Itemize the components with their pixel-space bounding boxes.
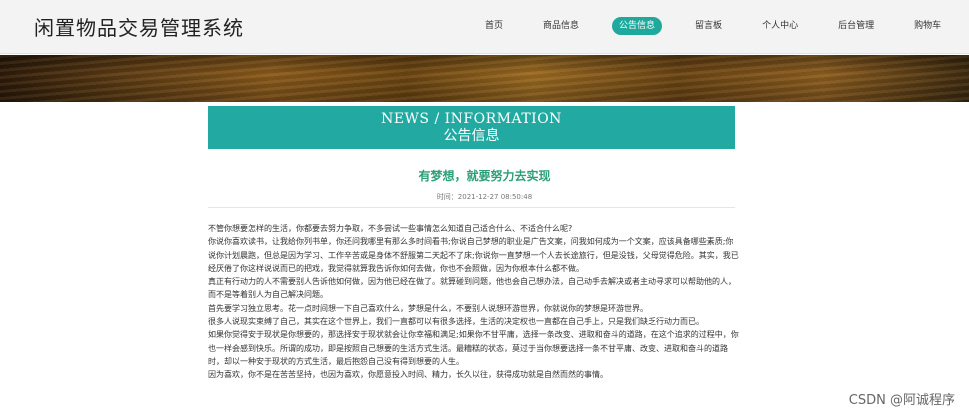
article-paragraph: 因为喜欢，你不是在苦苦坚持，也因为喜欢，你愿意投入时间、精力，长久以往，获得成功… bbox=[208, 370, 608, 380]
main-nav: 首页 商品信息 公告信息 留言板 个人中心 后台管理 购物车 bbox=[478, 16, 969, 36]
article-title: 有梦想，就要努力去实现 bbox=[418, 169, 551, 183]
nav-item-cart[interactable]: 购物车 bbox=[907, 17, 948, 35]
article-paragraph: 很多人说现实束缚了自己，其实在这个世界上，我们一直都可以有很多选择，生活的决定权… bbox=[208, 317, 704, 327]
nav-item-message-board[interactable]: 留言板 bbox=[688, 17, 729, 35]
divider bbox=[208, 207, 735, 208]
banner-image bbox=[0, 55, 969, 102]
section-title-en: NEWS / INFORMATION bbox=[381, 111, 562, 127]
watermark-text: CSDN @阿诚程序 bbox=[848, 393, 955, 408]
section-title-cn: 公告信息 bbox=[443, 128, 500, 144]
nav-item-personal-center[interactable]: 个人中心 bbox=[755, 17, 805, 35]
nav-item-announcements[interactable]: 公告信息 bbox=[612, 17, 663, 35]
article-paragraph: 不管你想要怎样的生活，你都要去努力争取，不多尝试一些事情怎么知道自己适合什么、不… bbox=[208, 224, 573, 233]
nav-item-products[interactable]: 商品信息 bbox=[536, 17, 586, 35]
article-paragraph: 你说你喜欢读书，让我给你列书单，你还问我哪里有那么多时间看书;你说自己梦想的职业… bbox=[208, 237, 739, 273]
article-body: 不管你想要怎样的生活，你都要去努力争取，不多尝试一些事情怎么知道自己适合什么、不… bbox=[208, 222, 739, 382]
article-paragraph: 如果你觉得安于现状是你想要的，那选择安于现状就会让你幸福和满足;如果你不甘平庸，… bbox=[208, 330, 739, 366]
article-paragraph: 真正有行动力的人不需要别人告诉他如何做，因为他已经在做了。就算碰到问题，他也会自… bbox=[208, 277, 736, 300]
site-title: 闲置物品交易管理系统 bbox=[34, 16, 244, 40]
article-time: 时间：2021-12-27 08:50:48 bbox=[436, 193, 533, 201]
section-header: NEWS / INFORMATION 公告信息 bbox=[208, 106, 735, 149]
nav-item-admin[interactable]: 后台管理 bbox=[831, 17, 881, 35]
nav-item-home[interactable]: 首页 bbox=[478, 17, 510, 35]
article-paragraph: 首先要学习独立思考。花一点时间想一下自己喜欢什么，梦想是什么，不要别人说想环游世… bbox=[208, 303, 648, 313]
top-header: 闲置物品交易管理系统 首页 商品信息 公告信息 留言板 个人中心 后台管理 购物… bbox=[0, 0, 969, 54]
